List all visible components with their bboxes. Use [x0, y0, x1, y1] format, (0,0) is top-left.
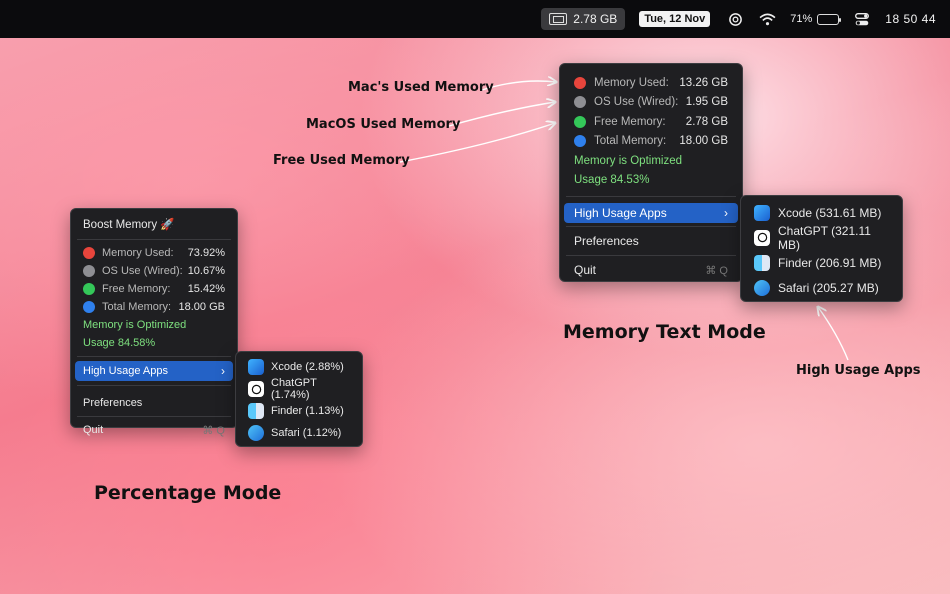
usage-status: Usage 84.58% — [83, 337, 156, 349]
text-high-usage-submenu: Xcode (531.61 MB) ChatGPT (321.11 MB) Fi… — [740, 195, 903, 302]
memory-used-value: 73.92% — [187, 247, 225, 259]
free-memory-label: Free Memory: — [594, 115, 666, 128]
preferences-label: Preferences — [83, 397, 143, 409]
total-memory-value: 18.00 GB — [178, 301, 225, 313]
memory-used-label: Memory Used: — [102, 247, 174, 259]
text-mode-menu: Memory Used: 13.26 GB OS Use (Wired): 1.… — [559, 63, 743, 282]
blue-dot-icon — [574, 135, 586, 148]
os-use-value: 1.95 GB — [685, 96, 728, 109]
os-use-value: 10.67% — [187, 265, 225, 277]
high-usage-apps-label: High Usage Apps — [83, 365, 168, 377]
quit-item[interactable]: Quit ⌘ Q — [560, 256, 742, 284]
percentage-high-usage-submenu: Xcode (2.88%) ChatGPT (1.74%) Finder (1.… — [235, 351, 363, 447]
divider — [77, 385, 231, 386]
chevron-right-icon: › — [221, 364, 225, 378]
usage-status: Usage 84.53% — [574, 174, 650, 187]
divider — [77, 239, 231, 240]
quit-shortcut: ⌘ Q — [705, 264, 728, 277]
arrow-macos-used — [448, 102, 555, 127]
safari-icon — [754, 279, 770, 296]
xcode-icon — [754, 204, 770, 221]
quit-item[interactable]: Quit ⌘ Q — [71, 417, 237, 443]
divider — [77, 356, 231, 357]
app-item-xcode[interactable]: Xcode (2.88%) — [236, 356, 362, 378]
arrow-high-usage — [818, 307, 849, 361]
app-label: Finder (1.13%) — [271, 405, 344, 417]
divider — [566, 196, 736, 197]
high-usage-apps-item[interactable]: High Usage Apps › — [564, 203, 738, 223]
app-label: Xcode (531.61 MB) — [778, 205, 882, 220]
app-item-chatgpt[interactable]: ChatGPT (1.74%) — [236, 377, 362, 401]
os-use-label: OS Use (Wired): — [594, 96, 679, 109]
gray-dot-icon — [574, 96, 586, 109]
total-memory-label: Total Memory: — [594, 135, 667, 148]
chatgpt-icon — [754, 229, 770, 246]
free-memory-row: Free Memory: 2.78 GB — [560, 112, 742, 132]
quit-shortcut: ⌘ Q — [202, 424, 225, 437]
free-memory-value: 2.78 GB — [685, 115, 728, 128]
preferences-item[interactable]: Preferences — [560, 227, 742, 255]
app-item-finder[interactable]: Finder (206.91 MB) — [741, 250, 902, 275]
xcode-icon — [248, 359, 264, 375]
app-label: Finder (206.91 MB) — [778, 255, 882, 270]
app-item-finder[interactable]: Finder (1.13%) — [236, 400, 362, 422]
app-item-xcode[interactable]: Xcode (531.61 MB) — [741, 200, 902, 225]
total-memory-value: 18.00 GB — [679, 135, 728, 148]
os-use-row: OS Use (Wired): 1.95 GB — [560, 93, 742, 113]
percentage-mode-menu: Boost Memory 🚀 Memory Used: 73.92% OS Us… — [70, 208, 238, 437]
annotation-high-usage: High Usage Apps — [796, 363, 921, 378]
free-memory-label: Free Memory: — [102, 283, 171, 295]
annotation-macs-used: Mac's Used Memory — [348, 80, 494, 95]
annotation-free-used: Free Used Memory — [273, 153, 410, 168]
green-dot-icon — [83, 283, 95, 295]
finder-icon — [248, 403, 264, 419]
gray-dot-icon — [83, 265, 95, 277]
app-label: Xcode (2.88%) — [271, 361, 344, 373]
preferences-item[interactable]: Preferences — [71, 390, 237, 416]
total-memory-label: Total Memory: — [102, 301, 172, 313]
high-usage-apps-item[interactable]: High Usage Apps › — [75, 361, 233, 381]
preferences-label: Preferences — [574, 234, 639, 248]
os-use-row: OS Use (Wired): 10.67% — [71, 262, 237, 280]
app-item-safari[interactable]: Safari (1.12%) — [236, 422, 362, 444]
memory-status: Memory is Optimized — [83, 319, 187, 331]
memory-status: Memory is Optimized — [574, 154, 682, 167]
blue-dot-icon — [83, 301, 95, 313]
free-memory-row: Free Memory: 15.42% — [71, 280, 237, 298]
os-use-label: OS Use (Wired): — [102, 265, 183, 277]
boost-memory-label: Boost Memory 🚀 — [83, 219, 175, 231]
annotation-percentage-mode: Percentage Mode — [94, 482, 282, 504]
green-dot-icon — [574, 115, 586, 128]
high-usage-apps-label: High Usage Apps — [574, 206, 667, 220]
app-item-chatgpt[interactable]: ChatGPT (321.11 MB) — [741, 223, 902, 252]
red-dot-icon — [83, 247, 95, 259]
memory-used-label: Memory Used: — [594, 76, 669, 89]
app-label: ChatGPT (1.74%) — [271, 377, 317, 401]
quit-label: Quit — [574, 263, 597, 277]
memory-used-value: 13.26 GB — [679, 76, 728, 89]
total-memory-row: Total Memory: 18.00 GB — [560, 132, 742, 152]
boost-memory-item[interactable]: Boost Memory 🚀 — [71, 213, 237, 235]
app-item-safari[interactable]: Safari (205.27 MB) — [741, 275, 902, 300]
memory-used-row: Memory Used: 13.26 GB — [560, 73, 742, 93]
red-dot-icon — [574, 76, 586, 89]
free-memory-value: 15.42% — [187, 283, 225, 295]
annotation-text-mode: Memory Text Mode — [563, 321, 766, 343]
annotation-macos-used: MacOS Used Memory — [306, 117, 461, 132]
safari-icon — [248, 425, 264, 441]
chatgpt-icon — [248, 381, 264, 397]
total-memory-row: Total Memory: 18.00 GB — [71, 298, 237, 316]
app-label: Safari (205.27 MB) — [778, 280, 879, 295]
app-label: Safari (1.12%) — [271, 427, 342, 439]
memory-used-row: Memory Used: 73.92% — [71, 244, 237, 262]
quit-label: Quit — [83, 424, 104, 436]
app-label: ChatGPT (321.11 MB) — [778, 223, 871, 252]
chevron-right-icon: › — [724, 206, 728, 220]
finder-icon — [754, 254, 770, 271]
